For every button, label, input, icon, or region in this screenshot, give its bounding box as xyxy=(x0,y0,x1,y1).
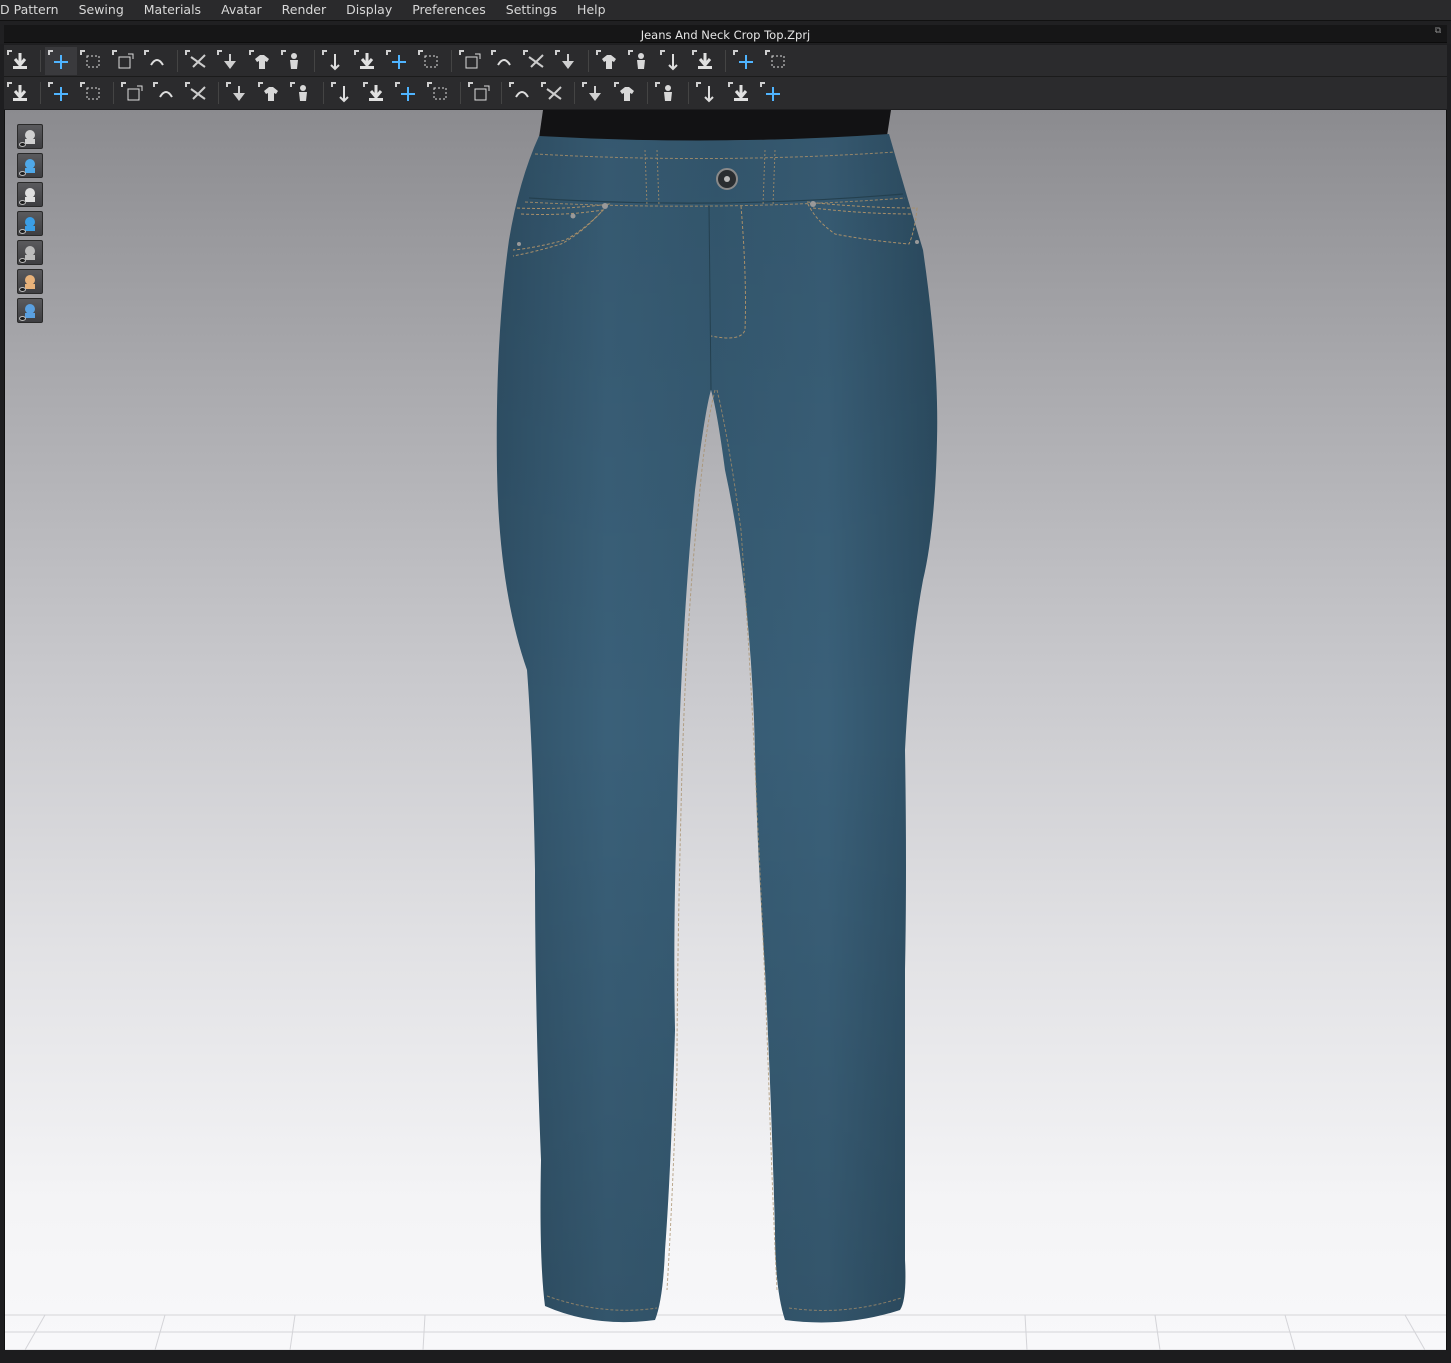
visibility-eye-icon xyxy=(19,171,26,176)
toolbar-separator xyxy=(218,82,219,104)
toolbar-separator xyxy=(323,82,324,104)
split-icon[interactable] xyxy=(657,47,689,75)
viewport-side-toolbar xyxy=(17,124,43,323)
copy-pattern-icon[interactable] xyxy=(182,79,214,107)
toolbar-separator xyxy=(574,82,575,104)
trim-icon[interactable] xyxy=(579,79,611,107)
fold-line-icon[interactable] xyxy=(118,79,150,107)
3d-viewport[interactable] xyxy=(4,110,1447,1350)
rotate-pattern-icon[interactable] xyxy=(182,47,214,75)
restore-window-icon[interactable]: ⧉ xyxy=(1433,26,1443,36)
visibility-eye-icon xyxy=(19,258,26,263)
shirt-3d-icon[interactable] xyxy=(757,79,789,107)
align-icon[interactable] xyxy=(652,79,684,107)
toolbar-separator xyxy=(688,82,689,104)
button-hole-icon[interactable] xyxy=(360,79,392,107)
bottom-border xyxy=(0,1350,1451,1363)
ruler-icon[interactable] xyxy=(762,47,794,75)
toolbar-separator xyxy=(647,82,648,104)
toolbar-top xyxy=(4,45,1447,77)
garment-render xyxy=(5,110,1446,1350)
show-texture-icon[interactable] xyxy=(17,240,43,265)
sew-icon[interactable] xyxy=(223,79,255,107)
fold-arrangement-icon[interactable] xyxy=(278,47,310,75)
menu-item[interactable]: D Pattern xyxy=(0,3,69,17)
visibility-eye-icon xyxy=(19,287,26,292)
show-grid-icon[interactable] xyxy=(17,298,43,323)
show-avatar-icon[interactable] xyxy=(17,182,43,207)
crop-top xyxy=(539,110,891,141)
menu-item[interactable]: Display xyxy=(336,3,402,17)
layer-icon[interactable] xyxy=(593,47,625,75)
puckering-icon[interactable] xyxy=(506,79,538,107)
flip-pattern-icon[interactable] xyxy=(214,47,246,75)
menu-item[interactable]: Avatar xyxy=(211,3,272,17)
toolbar-separator xyxy=(40,49,41,72)
select-box-icon[interactable] xyxy=(77,47,109,75)
button-icon[interactable] xyxy=(328,79,360,107)
menu-item[interactable]: Settings xyxy=(496,3,567,17)
measure-icon[interactable] xyxy=(689,47,721,75)
menu-item[interactable]: Help xyxy=(567,3,616,17)
toolbar-separator xyxy=(588,49,589,72)
shirt-select-icon[interactable] xyxy=(693,79,725,107)
menu-item[interactable]: Sewing xyxy=(69,3,134,17)
toolbar-separator xyxy=(177,49,178,72)
clone-garment-icon[interactable] xyxy=(383,47,415,75)
fold-icon[interactable] xyxy=(319,47,351,75)
line-icon[interactable] xyxy=(392,79,424,107)
zipper-icon[interactable] xyxy=(465,79,497,107)
fill-icon[interactable] xyxy=(611,79,643,107)
pin-icon[interactable] xyxy=(456,47,488,75)
select-move-icon[interactable] xyxy=(45,46,77,75)
menu-item[interactable]: Render xyxy=(272,3,337,17)
shading-icon[interactable] xyxy=(538,79,570,107)
visibility-eye-icon xyxy=(19,200,26,205)
stitch-icon[interactable] xyxy=(625,47,657,75)
pressure-icon[interactable] xyxy=(552,47,584,75)
tape-icon[interactable] xyxy=(730,47,762,75)
menu-bar: D Pattern Sewing Materials Avatar Render Disp… xyxy=(0,0,1451,20)
straighten-icon[interactable] xyxy=(246,47,278,75)
window-titlebar: Jeans And Neck Crop Top.Zprj ⧉ xyxy=(0,20,1451,44)
toolbar-separator xyxy=(40,82,41,104)
toolbar-bottom xyxy=(4,77,1447,109)
texture-icon[interactable] xyxy=(287,79,319,107)
toolbar-separator xyxy=(451,49,452,72)
arrange-up-icon[interactable] xyxy=(488,47,520,75)
show-garment-icon[interactable] xyxy=(17,124,43,149)
garment-icon[interactable] xyxy=(351,47,383,75)
show-pattern-icon[interactable] xyxy=(17,153,43,178)
menu-item[interactable]: Preferences xyxy=(402,3,496,17)
toolbar-separator xyxy=(460,82,461,104)
toolbar-separator xyxy=(501,82,502,104)
lock-icon[interactable] xyxy=(424,79,456,107)
floor-grid xyxy=(5,1314,1446,1350)
show-skin-icon[interactable] xyxy=(17,269,43,294)
shirt-edit-icon[interactable] xyxy=(725,79,757,107)
avatar-pose-icon[interactable] xyxy=(4,79,36,107)
show-fabric-icon[interactable] xyxy=(17,211,43,236)
toolbar-separator xyxy=(725,49,726,72)
cut-icon[interactable] xyxy=(150,79,182,107)
toolbar-separator xyxy=(314,49,315,72)
visibility-eye-icon xyxy=(19,142,26,147)
edit-mesh-icon[interactable] xyxy=(77,79,109,107)
toolbar-separator xyxy=(113,82,114,104)
edit-curvature-icon[interactable] xyxy=(141,47,173,75)
avatar-dress-icon[interactable] xyxy=(415,47,447,75)
select-mesh-icon[interactable] xyxy=(45,79,77,107)
arrange-down-icon[interactable] xyxy=(520,47,552,75)
menu-item[interactable]: Materials xyxy=(134,3,211,17)
check-icon[interactable] xyxy=(255,79,287,107)
visibility-eye-icon xyxy=(19,316,26,321)
window-title: Jeans And Neck Crop Top.Zprj xyxy=(640,28,811,42)
visibility-eye-icon xyxy=(19,229,26,234)
transform-pattern-icon[interactable] xyxy=(109,47,141,75)
simulation-icon[interactable] xyxy=(4,47,36,75)
